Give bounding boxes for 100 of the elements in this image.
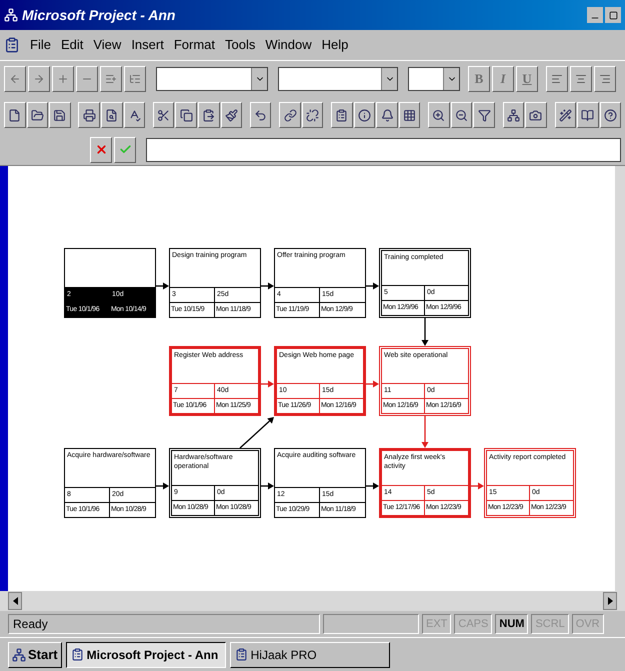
show-subtasks-icon	[57, 72, 69, 84]
book-icon	[581, 108, 594, 122]
combo-box[interactable]	[408, 66, 460, 90]
toolbar-button[interactable]	[570, 66, 592, 92]
toolbar-button[interactable]	[4, 66, 26, 92]
align-left-icon	[551, 72, 563, 84]
camera-icon	[529, 108, 542, 122]
toolbar-button[interactable]	[124, 102, 146, 128]
menu-item[interactable]: View	[93, 35, 122, 55]
toolbar-button[interactable]	[577, 102, 599, 128]
toolbar-button[interactable]	[302, 102, 324, 128]
menu-item[interactable]: Window	[265, 35, 312, 55]
spelling-icon	[128, 108, 141, 122]
toolbar-button[interactable]	[525, 102, 547, 128]
link-icon	[284, 108, 297, 122]
toolbar-button[interactable]	[331, 102, 353, 128]
toolbar-button[interactable]	[4, 102, 26, 128]
menu-item[interactable]: Insert	[131, 35, 164, 55]
toolbar-button[interactable]	[398, 102, 420, 128]
undo-icon	[254, 108, 268, 122]
toolbar-button[interactable]	[26, 102, 48, 128]
toolbar-button[interactable]	[376, 102, 398, 128]
window-title: Microsoft Project - Ann	[22, 6, 176, 25]
restore-button[interactable]	[605, 7, 621, 23]
taskbar-button[interactable]: Microsoft Project - Ann	[66, 642, 226, 668]
toolbar-button[interactable]	[279, 102, 301, 128]
filter-icon	[478, 108, 491, 122]
program-icon	[234, 648, 248, 661]
align-right-icon	[599, 72, 611, 84]
connector-arrow	[156, 282, 169, 290]
toolbar-button[interactable]	[220, 102, 242, 128]
toolbar-button[interactable]	[450, 102, 472, 128]
app-icon	[4, 8, 18, 22]
connector-arrow	[240, 417, 274, 448]
toolbar-button[interactable]	[52, 66, 74, 92]
zoom-in-icon	[432, 108, 446, 122]
toolbar-button[interactable]	[554, 102, 576, 128]
enter-button[interactable]	[114, 136, 136, 162]
cancel-icon	[94, 143, 108, 156]
toolbar-button[interactable]	[428, 102, 450, 128]
status-text: Ready	[8, 614, 320, 634]
toolbar-button[interactable]	[100, 66, 122, 92]
network-icon	[506, 108, 520, 122]
menu-item[interactable]: Edit	[60, 35, 84, 55]
cancel-button[interactable]	[90, 136, 112, 162]
save-icon	[53, 108, 66, 122]
toolbar-button[interactable]	[546, 66, 568, 92]
unlink-icon	[306, 108, 320, 122]
taskbar-button[interactable]: HiJaak PRO	[230, 642, 390, 668]
outdent-icon	[9, 72, 21, 84]
grid-icon	[403, 108, 416, 122]
connector-arrow	[261, 282, 274, 290]
align-center-icon	[575, 72, 587, 84]
menu-item[interactable]: Format	[174, 35, 215, 55]
start-button[interactable]: Start	[8, 642, 62, 668]
menu-item[interactable]: Help	[322, 35, 348, 55]
toolbar-button[interactable]	[594, 66, 616, 92]
combo-box[interactable]	[156, 66, 268, 90]
connector-arrow	[366, 282, 379, 290]
toolbar-button[interactable]	[198, 102, 220, 128]
toolbar-button[interactable]	[49, 102, 71, 128]
show-all-icon	[105, 72, 117, 84]
toolbar-button[interactable]	[152, 102, 174, 128]
restore-icon	[608, 10, 618, 20]
zoom-out-icon	[454, 108, 468, 122]
connector-arrow	[261, 380, 274, 388]
toolbar-button[interactable]	[250, 102, 272, 128]
vertical-scrollbar[interactable]	[615, 166, 625, 591]
copy-icon	[180, 108, 193, 122]
connector-arrow	[366, 380, 379, 388]
toolbar-button[interactable]	[600, 102, 622, 128]
document-icon	[4, 37, 20, 53]
format-painter-icon	[224, 108, 238, 122]
print-preview-icon	[105, 108, 118, 122]
minimize-button[interactable]	[587, 7, 603, 23]
connector-arrow	[422, 416, 428, 448]
connector-arrow	[471, 482, 484, 490]
task-info-icon	[335, 108, 348, 122]
paste-icon	[202, 108, 216, 122]
toolbar-button[interactable]	[100, 102, 123, 128]
help-icon	[604, 108, 617, 122]
entry-field[interactable]	[146, 138, 621, 162]
combo-box[interactable]	[278, 66, 398, 90]
toolbar-button[interactable]	[124, 66, 146, 92]
wand-icon	[558, 108, 572, 122]
program-icon	[70, 648, 84, 661]
toolbar-button[interactable]	[502, 102, 524, 128]
toolbar-button[interactable]	[354, 102, 376, 128]
menu-item[interactable]: Tools	[225, 35, 256, 55]
toolbar-button[interactable]	[473, 102, 495, 128]
toolbar-button[interactable]	[28, 66, 50, 92]
connector-arrow	[422, 318, 428, 346]
toolbar-button[interactable]	[175, 102, 197, 128]
toolbar-button[interactable]	[76, 66, 98, 92]
toolbar-button[interactable]	[78, 102, 100, 128]
connector-arrow	[156, 482, 169, 490]
menu-item[interactable]: File	[30, 35, 51, 55]
check-icon	[118, 143, 132, 156]
connector-arrow	[366, 482, 379, 490]
horizontal-scrollbar[interactable]	[0, 591, 625, 611]
